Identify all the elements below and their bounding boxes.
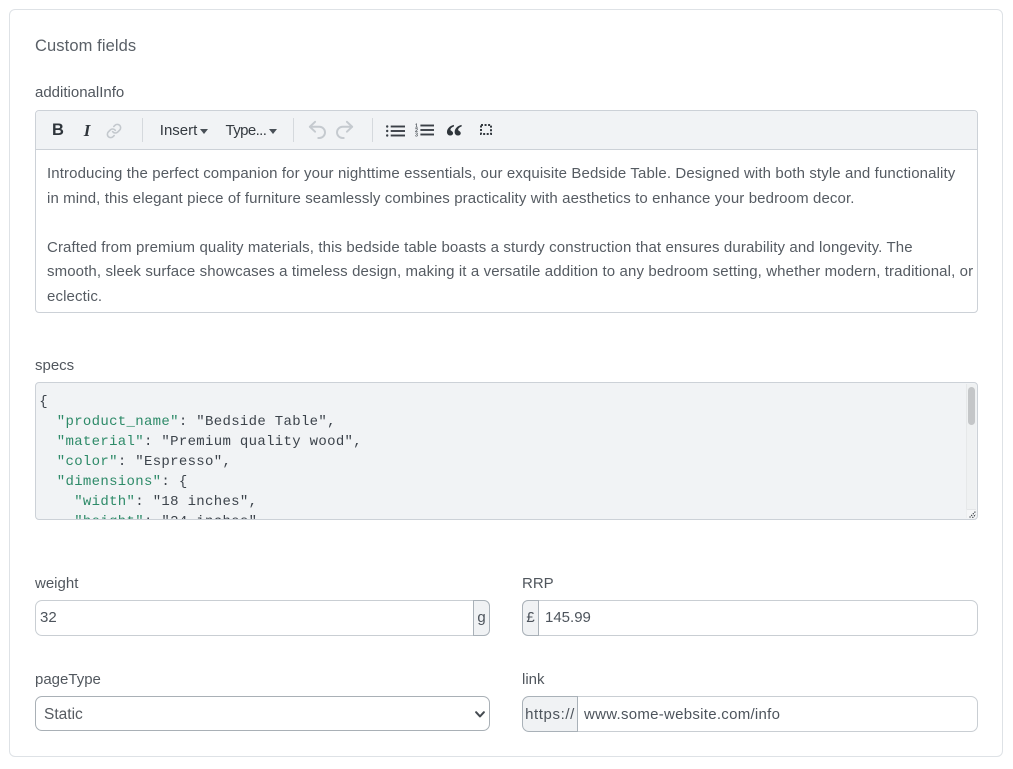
svg-text:3: 3: [415, 132, 418, 136]
